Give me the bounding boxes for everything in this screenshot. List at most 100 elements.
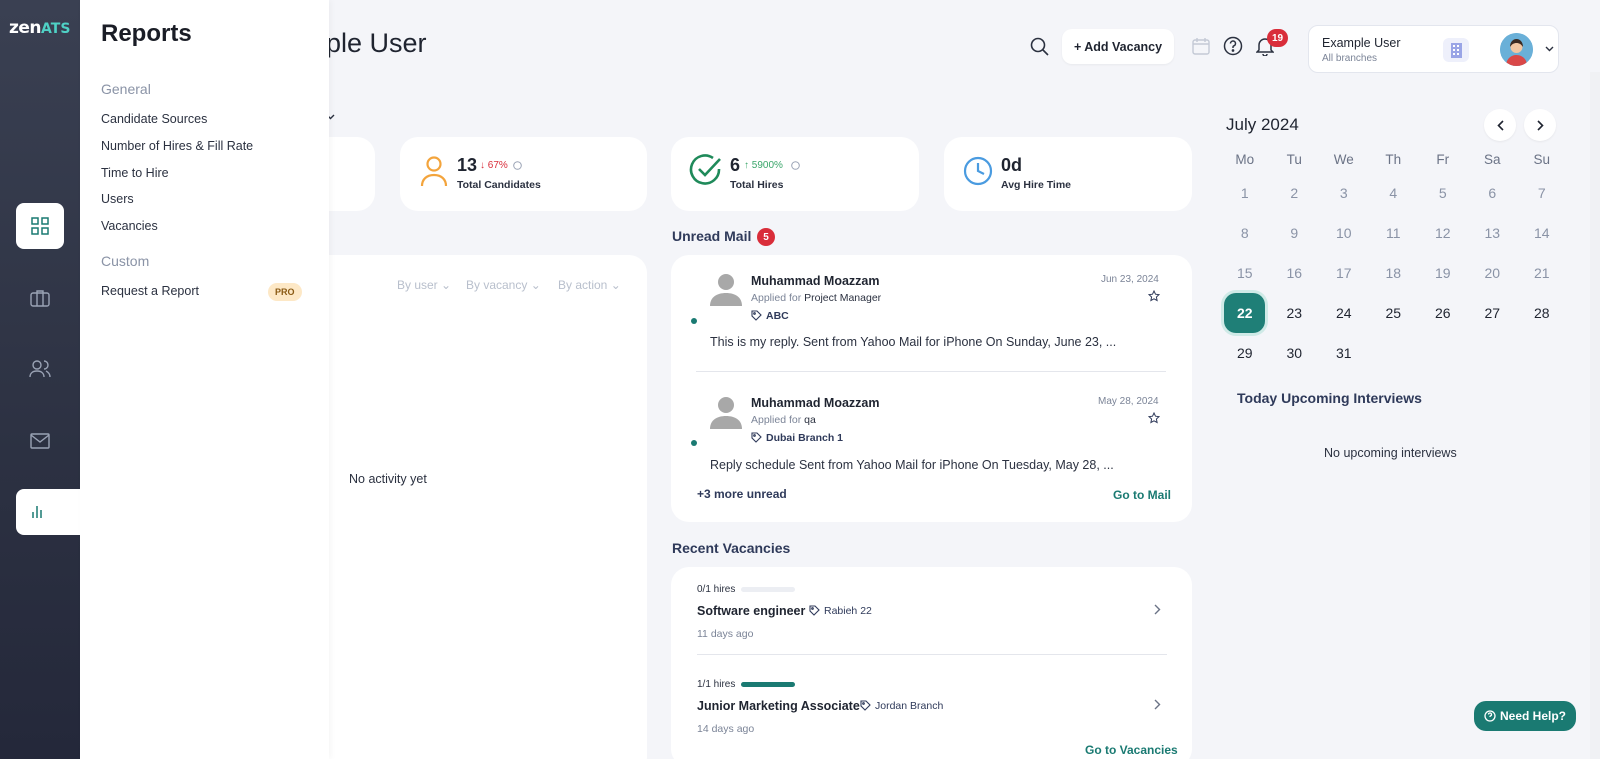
- filter-by-user[interactable]: By user ⌄: [397, 278, 451, 292]
- star-icon[interactable]: [1148, 290, 1160, 302]
- divider: [697, 654, 1167, 655]
- calendar-day[interactable]: 24: [1319, 293, 1369, 333]
- calendar-day[interactable]: 13: [1468, 213, 1518, 253]
- calendar-button[interactable]: [1189, 34, 1213, 58]
- calendar-icon: [1192, 38, 1210, 55]
- report-candidate-sources[interactable]: Candidate Sources: [101, 112, 207, 126]
- scrollbar[interactable]: [1590, 72, 1600, 759]
- vacancy-age: 14 days ago: [697, 723, 755, 735]
- calendar-day[interactable]: 19: [1418, 253, 1468, 293]
- calendar-day[interactable]: 29: [1220, 333, 1270, 373]
- report-users[interactable]: Users: [101, 192, 134, 206]
- hires-label: Total Hires: [730, 179, 784, 191]
- nav-mail[interactable]: [16, 418, 64, 464]
- tag-icon: [751, 432, 762, 443]
- calendar-day[interactable]: 21: [1517, 253, 1567, 293]
- calendar-day[interactable]: 10: [1319, 213, 1369, 253]
- go-to-mail-link[interactable]: Go to Mail: [1113, 488, 1171, 502]
- mail-sender: Muhammad Moazzam: [751, 274, 880, 288]
- chevron-right-icon: [1154, 699, 1161, 710]
- calendar-day[interactable]: 8: [1220, 213, 1270, 253]
- tag-icon: [809, 605, 820, 616]
- nav-vacancies[interactable]: [16, 275, 64, 321]
- bar-chart-icon: [32, 506, 42, 518]
- calendar-weekday: We: [1333, 151, 1354, 167]
- candidates-value: 13: [457, 155, 478, 175]
- person-icon: [420, 156, 448, 187]
- calendar-day[interactable]: 20: [1468, 253, 1518, 293]
- calendar-prev-button[interactable]: [1484, 109, 1516, 141]
- interviews-title: Today Upcoming Interviews: [1237, 390, 1422, 406]
- help-icon: [1223, 36, 1243, 56]
- tag-icon: [751, 310, 762, 321]
- nav-reports[interactable]: [16, 489, 80, 535]
- calendar-day[interactable]: 12: [1418, 213, 1468, 253]
- calendar-day[interactable]: 31: [1319, 333, 1369, 373]
- calendar-day[interactable]: 6: [1468, 173, 1518, 213]
- vacancy-hires: 1/1 hires: [697, 679, 736, 690]
- calendar-day[interactable]: 15: [1220, 253, 1270, 293]
- calendar-day[interactable]: 28: [1517, 293, 1567, 333]
- search-button[interactable]: [1027, 34, 1051, 58]
- report-vacancies[interactable]: Vacancies: [101, 219, 158, 233]
- add-vacancy-button[interactable]: + Add Vacancy: [1062, 29, 1174, 64]
- no-activity-text: No activity yet: [349, 472, 427, 486]
- calendar-next-button[interactable]: [1524, 109, 1556, 141]
- candidates-delta: ↓ 67%: [480, 160, 508, 171]
- calendar-day[interactable]: 17: [1319, 253, 1369, 293]
- calendar-day[interactable]: 25: [1369, 293, 1419, 333]
- calendar-day[interactable]: 11: [1369, 213, 1419, 253]
- calendar-day[interactable]: 30: [1270, 333, 1320, 373]
- tag-icon: [860, 700, 871, 711]
- calendar-day[interactable]: 5: [1418, 173, 1468, 213]
- filter-by-action[interactable]: By action ⌄: [558, 278, 621, 292]
- brand-logo[interactable]: zenATS: [9, 18, 70, 38]
- pro-badge: PRO: [268, 283, 302, 301]
- calendar-weekday: Fr: [1436, 151, 1450, 167]
- report-time-to-hire[interactable]: Time to Hire: [101, 166, 169, 180]
- nav-candidates[interactable]: [16, 346, 64, 392]
- search-icon: [1030, 37, 1049, 56]
- calendar-day[interactable]: 3: [1319, 173, 1369, 213]
- calendar-day[interactable]: 14: [1517, 213, 1567, 253]
- star-icon[interactable]: [1148, 412, 1160, 424]
- mail-preview: Reply schedule Sent from Yahoo Mail for …: [710, 458, 1114, 472]
- chevron-left-icon: [1496, 119, 1504, 131]
- need-help-button[interactable]: Need Help?: [1474, 701, 1576, 731]
- request-report-link[interactable]: Request a Report: [101, 284, 199, 298]
- report-hires-fill-rate[interactable]: Number of Hires & Fill Rate: [101, 139, 253, 153]
- calendar-day[interactable]: 9: [1270, 213, 1320, 253]
- help-button[interactable]: [1221, 34, 1245, 58]
- calendar-weekday: Mo: [1235, 151, 1255, 167]
- calendar-day[interactable]: 23: [1270, 293, 1320, 333]
- calendar-day[interactable]: 27: [1468, 293, 1518, 333]
- go-to-vacancies-link[interactable]: Go to Vacancies: [1085, 743, 1178, 757]
- user-menu[interactable]: Example User All branches: [1308, 25, 1559, 73]
- calendar-day[interactable]: 1: [1220, 173, 1270, 213]
- calendar-day[interactable]: 7: [1517, 173, 1567, 213]
- calendar-day[interactable]: 2: [1270, 173, 1320, 213]
- calendar-day[interactable]: 4: [1369, 173, 1419, 213]
- calendar-day[interactable]: 18: [1369, 253, 1419, 293]
- chevron-right-icon: [1154, 604, 1161, 615]
- avatar-placeholder-icon: [710, 274, 742, 306]
- filter-by-vacancy[interactable]: By vacancy ⌄: [466, 278, 541, 292]
- vacancy-tag: Jordan Branch: [875, 700, 944, 712]
- nav-dashboard[interactable]: [16, 203, 64, 249]
- chevron-right-icon: [1536, 119, 1544, 131]
- mail-applied-for: Applied for Project Manager: [751, 292, 882, 304]
- stat-card-candidates: 13 ↓ 67% Total Candidates: [400, 137, 647, 211]
- no-interviews-text: No upcoming interviews: [1324, 446, 1457, 460]
- calendar-month: July 2024: [1226, 115, 1299, 134]
- info-icon: [791, 161, 800, 170]
- calendar-day[interactable]: 16: [1270, 253, 1320, 293]
- notifications-count-badge: 19: [1267, 29, 1288, 47]
- calendar-day[interactable]: 26: [1418, 293, 1468, 333]
- mail-card: Muhammad Moazzam Applied for Project Man…: [671, 255, 1192, 522]
- calendar-day-today[interactable]: 22: [1220, 293, 1270, 333]
- avg-time-label: Avg Hire Time: [1001, 179, 1072, 191]
- mail-tag: Dubai Branch 1: [766, 432, 844, 444]
- dashboard-icon: [31, 217, 49, 235]
- building-icon: [1443, 38, 1469, 62]
- more-unread-link[interactable]: +3 more unread: [697, 487, 787, 501]
